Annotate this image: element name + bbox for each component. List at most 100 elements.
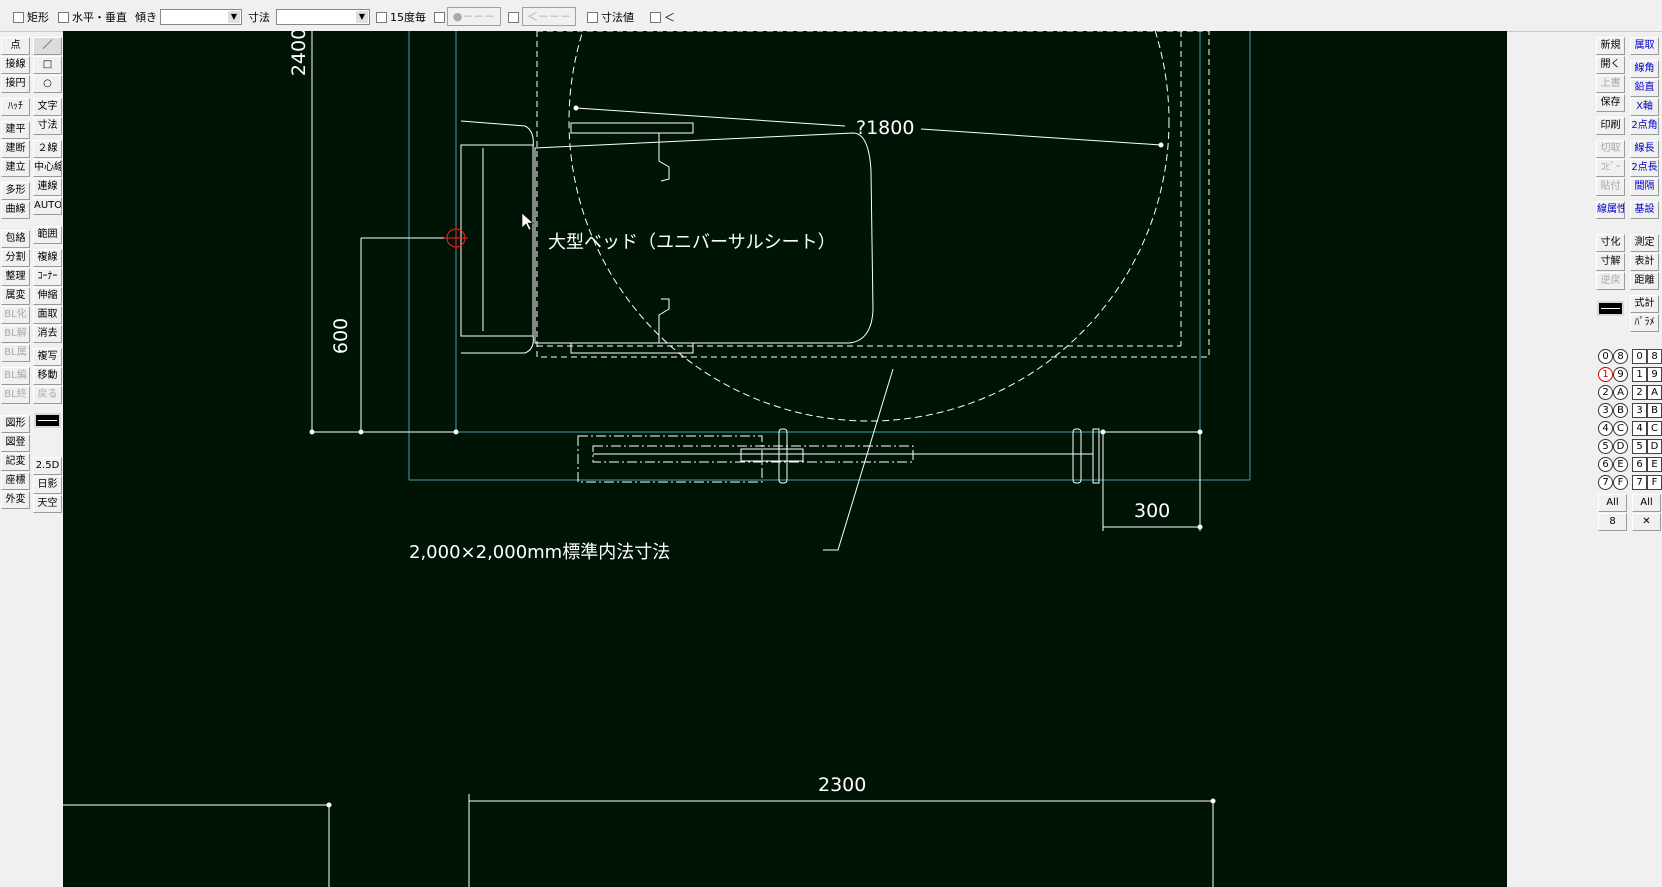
checkbox-box[interactable] [587, 11, 598, 23]
tool-erase[interactable]: 消去 [33, 325, 62, 343]
tool-block-end[interactable]: BL終 [1, 386, 30, 404]
layer-a[interactable]: A [1647, 385, 1662, 400]
line-color-swatch[interactable] [34, 413, 61, 428]
layer-8[interactable]: 8 [1647, 349, 1662, 364]
layer-2[interactable]: 2 [1632, 385, 1647, 400]
tool-organize[interactable]: 整理 [1, 268, 30, 286]
layer-d[interactable]: D [1647, 439, 1662, 454]
tool-arch-elevation[interactable]: 建立 [1, 159, 30, 177]
base-set-button[interactable]: 基設 [1630, 201, 1659, 219]
layer-1[interactable]: 1 [1632, 367, 1647, 382]
tool-dimension[interactable]: 寸法 [33, 117, 62, 135]
drawing-canvas[interactable]: 2400 600 ?1800 大型ベッド（ユニバーサルシート） 300 2,00… [63, 31, 1507, 887]
tool-range[interactable]: 範囲 [33, 226, 62, 244]
measure-button[interactable]: 測定 [1630, 234, 1659, 252]
two-point-length-button[interactable]: 2点長 [1630, 159, 1659, 177]
group-a[interactable]: A [1613, 385, 1628, 400]
tool-tangent[interactable]: 接線 [1, 56, 30, 74]
distance-button[interactable]: 距離 [1630, 272, 1659, 290]
attr-get-button[interactable]: 属取 [1630, 37, 1659, 55]
group-5[interactable]: 5 [1598, 439, 1613, 454]
vertical-button[interactable]: 鉛直 [1630, 79, 1659, 97]
tool-attr-change[interactable]: 属変 [1, 287, 30, 305]
tool-arch-plan[interactable]: 建平 [1, 121, 30, 139]
group-b[interactable]: B [1613, 403, 1628, 418]
line-length-button[interactable]: 線長 [1630, 140, 1659, 158]
tool-tangent-circle[interactable]: 接円 [1, 75, 30, 93]
group-e[interactable]: E [1613, 457, 1628, 472]
layer-all-button[interactable]: All [1632, 494, 1661, 512]
tool-coordinate[interactable]: 座標 [1, 472, 30, 490]
checkbox-box[interactable] [58, 11, 69, 23]
group-1[interactable]: 1 [1598, 367, 1613, 382]
tool-divide[interactable]: 分割 [1, 249, 30, 267]
layer-c[interactable]: C [1647, 421, 1662, 436]
rect-checkbox[interactable]: 矩形 [13, 9, 49, 25]
tool-offset[interactable]: 複線 [33, 249, 62, 267]
layer-6[interactable]: 6 [1632, 457, 1647, 472]
tool-circle[interactable]: ○ [33, 75, 62, 93]
tool-text[interactable]: 文字 [33, 98, 62, 116]
group-page-button[interactable]: 8 [1598, 513, 1627, 531]
layer-9[interactable]: 9 [1647, 367, 1662, 382]
tool-block-edit[interactable]: BL編 [1, 367, 30, 385]
layer-4[interactable]: 4 [1632, 421, 1647, 436]
layer-5[interactable]: 5 [1632, 439, 1647, 454]
print-button[interactable]: 印刷 [1596, 117, 1625, 135]
interval-button[interactable]: 間隔 [1630, 178, 1659, 196]
line-attr-button[interactable]: 線属性 [1596, 201, 1625, 219]
layer-3[interactable]: 3 [1632, 403, 1647, 418]
tool-block-attr[interactable]: BL属 [1, 344, 30, 362]
group-6[interactable]: 6 [1598, 457, 1613, 472]
tool-double-line[interactable]: ２線 [33, 140, 62, 158]
tool-line[interactable]: ／ [33, 37, 62, 55]
group-2[interactable]: 2 [1598, 385, 1613, 400]
overwrite-button[interactable]: 上書 [1596, 75, 1625, 93]
group-c[interactable]: C [1613, 421, 1628, 436]
group-d[interactable]: D [1613, 439, 1628, 454]
tool-2-5d[interactable]: 2.5D [33, 457, 62, 475]
tool-chamfer[interactable]: 面取 [33, 306, 62, 324]
save-button[interactable]: 保存 [1596, 94, 1625, 112]
tool-sun-shadow[interactable]: 日影 [33, 476, 62, 494]
pattern2-button[interactable]: ＜－－－ [522, 7, 576, 26]
tool-external-change[interactable]: 外変 [1, 491, 30, 509]
redo-button[interactable]: 逆戻 [1596, 272, 1625, 290]
open-button[interactable]: 開く [1596, 56, 1625, 74]
tool-auto[interactable]: AUTO [33, 197, 62, 215]
checkbox-box[interactable] [376, 11, 387, 23]
layer-f[interactable]: F [1647, 475, 1662, 490]
tool-figure[interactable]: 図形 [1, 415, 30, 433]
line-angle-button[interactable]: 線角 [1630, 60, 1659, 78]
pattern1-button[interactable]: ●－－－ [447, 7, 501, 26]
dim-combo[interactable]: ▼ [276, 9, 370, 25]
group-7[interactable]: 7 [1598, 475, 1613, 490]
tool-point[interactable]: 点 [1, 37, 30, 55]
tool-move[interactable]: 移動 [33, 367, 62, 385]
tool-rectangle[interactable]: □ [33, 56, 62, 74]
lt-checkbox[interactable]: ＜ [650, 9, 675, 25]
layer-e[interactable]: E [1647, 457, 1662, 472]
new-button[interactable]: 新規 [1596, 37, 1625, 55]
chevron-down-icon[interactable]: ▼ [356, 11, 368, 23]
checkbox-box[interactable] [13, 11, 24, 23]
tool-stretch[interactable]: 伸縮 [33, 287, 62, 305]
tool-text-change[interactable]: 記変 [1, 453, 30, 471]
group-9[interactable]: 9 [1613, 367, 1628, 382]
hv-checkbox[interactable]: 水平・垂直 [58, 9, 127, 25]
tool-block-explode[interactable]: BL解 [1, 325, 30, 343]
group-0[interactable]: 0 [1598, 349, 1613, 364]
close-icon[interactable]: ✕ [1632, 513, 1661, 531]
dimval-checkbox[interactable]: 寸法値 [587, 9, 634, 25]
tool-continuous-line[interactable]: 連線 [33, 178, 62, 196]
checkbox-box[interactable] [508, 11, 519, 23]
group-all-button[interactable]: All [1598, 494, 1627, 512]
group-3[interactable]: 3 [1598, 403, 1613, 418]
tool-undo[interactable]: 戻る [33, 386, 62, 404]
chevron-down-icon[interactable]: ▼ [228, 11, 240, 23]
group-4[interactable]: 4 [1598, 421, 1613, 436]
tool-curve[interactable]: 曲線 [1, 201, 30, 219]
pattern2-checkbox[interactable] [508, 9, 522, 25]
checkbox-box[interactable] [434, 11, 445, 23]
cut-button[interactable]: 切取 [1596, 140, 1625, 158]
